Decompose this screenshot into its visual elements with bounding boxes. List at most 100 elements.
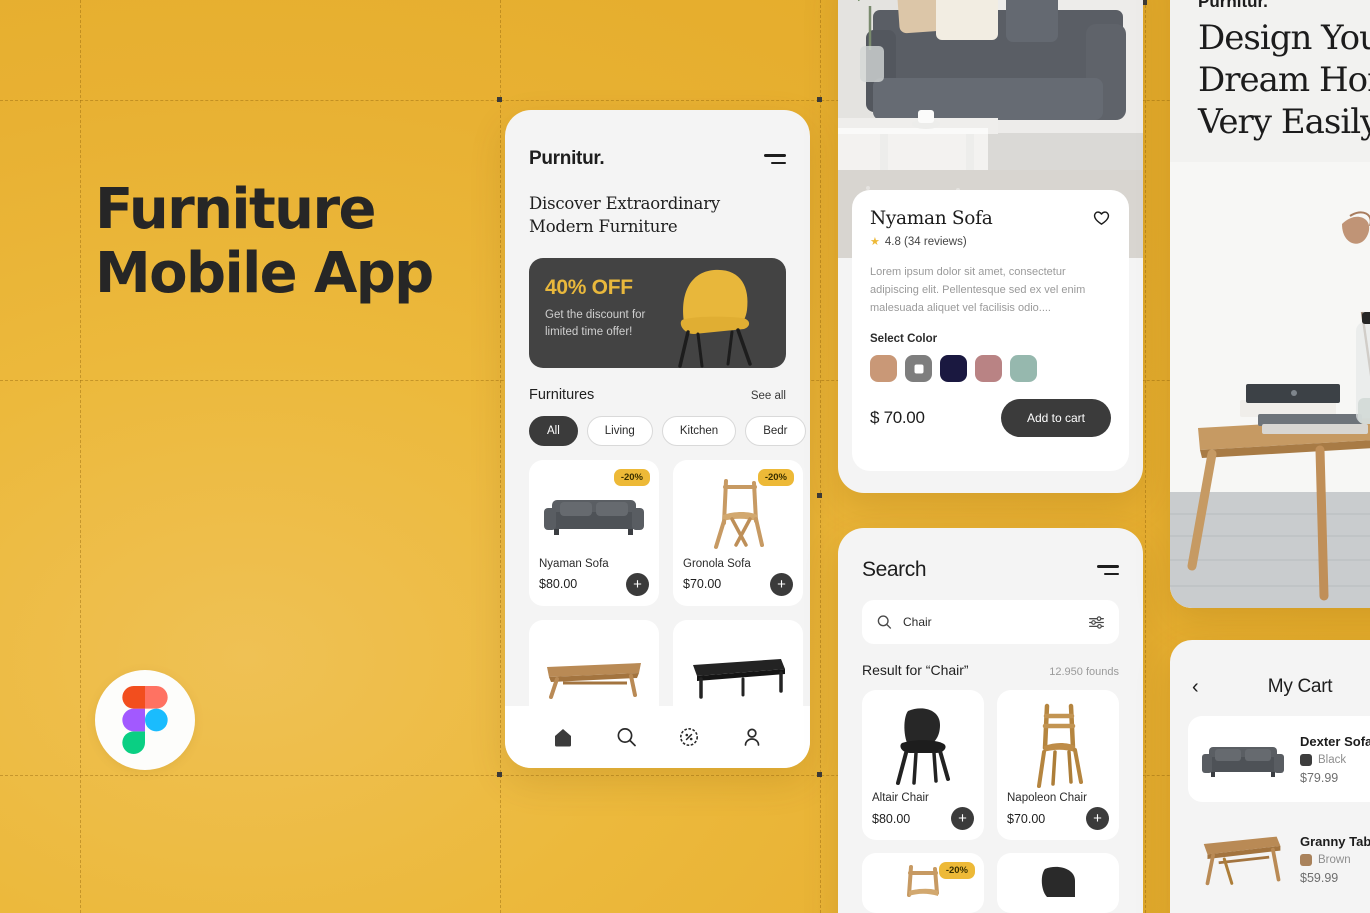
filter-sliders-icon[interactable] bbox=[1088, 614, 1105, 631]
guide-handle bbox=[817, 97, 822, 102]
search-bar[interactable] bbox=[862, 600, 1119, 644]
profile-icon bbox=[745, 728, 760, 746]
hero-headline-line1: Design Your bbox=[1198, 18, 1370, 58]
color-swatch-rose[interactable] bbox=[975, 355, 1002, 383]
page-title-line2: Mobile App bbox=[95, 240, 434, 306]
hero-headline: Design Your Dream Home Very Easily! bbox=[1198, 18, 1370, 143]
product-card[interactable]: Napoleon Chair $70.00 + bbox=[997, 690, 1119, 840]
color-name: Black bbox=[1318, 753, 1347, 766]
search-header: Search bbox=[838, 528, 1143, 582]
cart-item[interactable]: Dexter Sofa Black $79.99 bbox=[1188, 716, 1370, 802]
heart-icon[interactable] bbox=[1092, 208, 1111, 227]
guide-handle bbox=[817, 493, 822, 498]
chip-all[interactable]: All bbox=[529, 415, 578, 446]
product-price: $ 70.00 bbox=[870, 408, 925, 428]
cart-title: My Cart bbox=[1267, 676, 1333, 697]
category-chips: All Living Kitchen Bedr bbox=[529, 415, 806, 446]
search-input[interactable] bbox=[903, 615, 1077, 629]
cart-item-color: Black bbox=[1300, 753, 1370, 766]
bottom-tab-bar bbox=[505, 706, 810, 768]
product-name: Napoleon Chair bbox=[1007, 792, 1087, 804]
wooden-table-icon bbox=[1203, 836, 1281, 886]
color-swatch-gray[interactable] bbox=[905, 355, 932, 383]
cart-header: ‹ My Cart bbox=[1170, 640, 1370, 698]
black-chair-icon bbox=[896, 708, 950, 785]
promo-banner[interactable]: 40% OFF Get the discount for limited tim… bbox=[529, 257, 786, 368]
chip-kitchen[interactable]: Kitchen bbox=[661, 415, 737, 446]
color-dot bbox=[1300, 853, 1312, 866]
discount-icon bbox=[680, 728, 699, 746]
back-button[interactable]: ‹ bbox=[1192, 677, 1218, 697]
black-table-icon bbox=[693, 658, 785, 699]
product-image bbox=[1007, 700, 1109, 790]
figma-logo-icon bbox=[122, 686, 168, 754]
add-to-cart-button[interactable]: Add to cart bbox=[1000, 399, 1111, 438]
tab-search[interactable] bbox=[609, 720, 643, 754]
cart-item-name: Dexter Sofa bbox=[1300, 733, 1370, 749]
guide-handle bbox=[817, 772, 822, 777]
product-price: $80.00 bbox=[539, 577, 578, 592]
poster-canvas: Furniture Mobile App Purnitur. Discover … bbox=[0, 0, 1370, 913]
guide-line-v bbox=[1145, 0, 1146, 913]
wooden-chair-icon bbox=[1037, 703, 1083, 788]
product-card[interactable]: Altair Chair $80.00 + bbox=[862, 690, 984, 840]
side-table-photo-icon bbox=[1170, 162, 1370, 608]
see-all-link[interactable]: See all bbox=[751, 390, 786, 402]
product-card[interactable]: -20% bbox=[862, 853, 984, 913]
color-swatch-navy[interactable] bbox=[940, 355, 967, 383]
hero-headline-line3: Very Easily! bbox=[1198, 101, 1370, 142]
section-title: Furnitures bbox=[529, 386, 595, 403]
product-card[interactable] bbox=[997, 853, 1119, 913]
hero-brand: Purnitur. bbox=[1198, 0, 1268, 11]
gray-sofa-icon bbox=[1202, 747, 1284, 777]
search-result-header: Result for “Chair” 12.950 founds bbox=[862, 662, 1119, 678]
chip-living[interactable]: Living bbox=[586, 415, 653, 446]
color-swatches bbox=[870, 355, 1111, 383]
add-to-cart-button[interactable]: + bbox=[951, 807, 974, 830]
color-swatch-sage[interactable] bbox=[1010, 355, 1037, 383]
discount-badge: -20% bbox=[757, 468, 794, 486]
phone-search-screen: Search Result for “Chair” 12.950 founds bbox=[838, 528, 1143, 913]
product-title: Nyaman Sofa bbox=[870, 208, 993, 229]
discount-badge: -20% bbox=[613, 468, 650, 486]
product-card[interactable]: -20% Gronola Sofa $70.00 + bbox=[673, 459, 803, 606]
cart-item-price: $59.99 bbox=[1300, 870, 1339, 885]
hero-photo bbox=[1170, 162, 1370, 608]
furnitures-section-header: Furnitures See all bbox=[529, 387, 786, 403]
guide-line-h bbox=[0, 100, 1370, 101]
hamburger-icon[interactable] bbox=[764, 153, 786, 165]
tab-discount[interactable] bbox=[672, 720, 706, 754]
result-label: Result for “Chair” bbox=[862, 662, 969, 678]
add-to-cart-button[interactable]: + bbox=[1086, 807, 1109, 830]
chip-bedroom[interactable]: Bedr bbox=[745, 415, 806, 446]
black-chair-2-icon bbox=[1041, 866, 1075, 897]
search-icon bbox=[617, 728, 636, 747]
guide-handle bbox=[497, 97, 502, 102]
hamburger-icon[interactable] bbox=[1097, 564, 1119, 576]
tab-profile[interactable] bbox=[735, 720, 769, 754]
add-to-cart-button[interactable]: + bbox=[770, 572, 793, 596]
home-icon bbox=[554, 729, 571, 747]
cart-item-name: Granny Table bbox=[1300, 833, 1370, 849]
hero-headline-line2: Dream Home bbox=[1198, 59, 1370, 100]
product-grid: -20% Nyaman Sofa $80.00 + -20% Gronola S… bbox=[529, 459, 803, 730]
tab-home[interactable] bbox=[546, 720, 580, 754]
brand-logo: Purnitur. bbox=[529, 148, 605, 169]
product-card[interactable]: -20% Nyaman Sofa $80.00 + bbox=[529, 459, 659, 606]
home-header: Purnitur. bbox=[529, 110, 786, 170]
figma-badge bbox=[95, 670, 195, 770]
discount-badge: -20% bbox=[938, 862, 975, 879]
color-swatch-tan[interactable] bbox=[870, 355, 897, 383]
search-result-grid: Altair Chair $80.00 + Napoleon Chair $70… bbox=[862, 690, 1119, 913]
product-image bbox=[872, 700, 974, 790]
cart-item[interactable]: Granny Table Brown $59.99 − bbox=[1188, 816, 1370, 902]
gray-sofa-icon bbox=[544, 499, 644, 535]
page-title: Furniture Mobile App bbox=[95, 177, 434, 306]
product-name: Altair Chair bbox=[872, 792, 929, 804]
product-name: Gronola Sofa bbox=[683, 557, 751, 570]
home-tagline-line1: Discover Extraordinary bbox=[529, 194, 721, 213]
guide-line-h bbox=[0, 775, 1370, 776]
add-to-cart-button[interactable]: + bbox=[626, 572, 649, 596]
page-title-line1: Furniture bbox=[95, 177, 376, 242]
cart-item-image bbox=[1200, 728, 1286, 790]
